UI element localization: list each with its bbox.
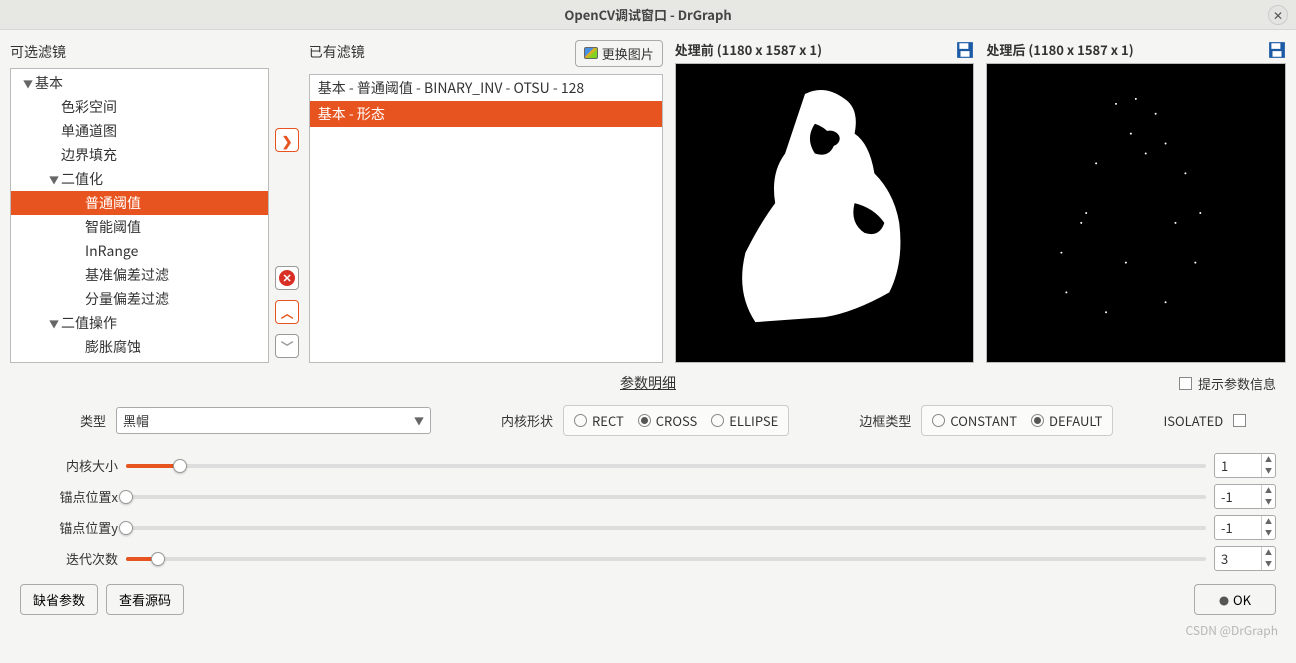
slider-label: 迭代次数 <box>20 549 118 568</box>
tree-item[interactable]: 单通道图 <box>11 119 268 143</box>
type-label: 类型 <box>80 411 106 430</box>
filter-tree[interactable]: ▼基本色彩空间单通道图边界填充▼二值化普通阈值智能阈值InRange基准偏差过滤… <box>10 68 269 363</box>
ok-button[interactable]: ●OK <box>1194 584 1276 615</box>
applied-filter-list[interactable]: 基本 - 普通阈值 - BINARY_INV - OTSU - 128基本 - … <box>309 74 663 363</box>
available-filters-label: 可选滤镜 <box>10 38 269 68</box>
radio-option[interactable]: DEFAULT <box>1031 411 1102 430</box>
applied-filters-label: 已有滤镜 <box>309 38 365 68</box>
radio-option[interactable]: ELLIPSE <box>711 411 778 430</box>
view-source-button[interactable]: 查看源码 <box>106 584 184 615</box>
border-type-group: CONSTANT DEFAULT <box>921 405 1113 436</box>
slider-row: 内核大小 1▲▼ <box>10 450 1286 481</box>
save-after-icon[interactable] <box>1268 41 1286 59</box>
slider-label: 内核大小 <box>20 456 118 475</box>
tree-item[interactable]: 色彩空间 <box>11 95 268 119</box>
list-item[interactable]: 基本 - 形态 <box>310 101 662 127</box>
spin-box[interactable]: -1▲▼ <box>1214 515 1276 540</box>
before-label: 处理前 (1180 x 1587 x 1) <box>675 40 822 59</box>
titlebar: OpenCV调试窗口 - DrGraph ✕ <box>0 0 1296 30</box>
kernel-shape-label: 内核形状 <box>501 411 553 430</box>
tree-item[interactable]: 边界填充 <box>11 143 268 167</box>
tree-item[interactable]: ▼二值化 <box>11 167 268 191</box>
tree-item[interactable]: 分量偏差过滤 <box>11 287 268 311</box>
dot-icon: ● <box>1219 593 1229 608</box>
spin-box[interactable]: 3▲▼ <box>1214 546 1276 571</box>
save-before-icon[interactable] <box>956 41 974 59</box>
slider[interactable] <box>126 519 1206 537</box>
slider-row: 锚点位置y -1▲▼ <box>10 512 1286 543</box>
spin-box[interactable]: 1▲▼ <box>1214 453 1276 478</box>
tree-item[interactable]: InRange <box>11 239 268 263</box>
delete-filter-button[interactable]: ✕ <box>275 266 299 290</box>
window-title: OpenCV调试窗口 - DrGraph <box>564 5 731 24</box>
spin-box[interactable]: -1▲▼ <box>1214 484 1276 509</box>
add-filter-button[interactable]: ❯ <box>275 128 299 152</box>
border-type-label: 边框类型 <box>859 411 911 430</box>
image-icon <box>584 47 598 59</box>
slider[interactable] <box>126 550 1206 568</box>
chevron-down-icon: ▼ <box>414 413 424 428</box>
kernel-shape-group: RECT CROSS ELLIPSE <box>563 405 789 436</box>
isolated-checkbox[interactable] <box>1233 414 1246 427</box>
tree-item[interactable]: 普通阈值 <box>11 191 268 215</box>
radio-option[interactable]: CROSS <box>638 411 698 430</box>
slider-row: 迭代次数 3▲▼ <box>10 543 1286 574</box>
params-title: 参数明细 <box>620 373 676 393</box>
isolated-label: ISOLATED <box>1163 411 1223 430</box>
watermark: CSDN @DrGraph <box>1186 622 1278 639</box>
change-image-button[interactable]: 更换图片 <box>575 40 663 67</box>
default-params-button[interactable]: 缺省参数 <box>20 584 98 615</box>
slider-label: 锚点位置y <box>20 518 118 537</box>
checkbox-icon <box>1179 377 1192 390</box>
move-up-button[interactable]: ︿ <box>275 300 299 324</box>
tree-item[interactable]: ▼二值操作 <box>11 311 268 335</box>
close-button[interactable]: ✕ <box>1268 5 1288 25</box>
slider[interactable] <box>126 457 1206 475</box>
tree-item[interactable]: 基准偏差过滤 <box>11 263 268 287</box>
slider[interactable] <box>126 488 1206 506</box>
tree-item[interactable]: ▼基本 <box>11 71 268 95</box>
radio-option[interactable]: CONSTANT <box>932 411 1017 430</box>
type-combo[interactable]: 黑帽 ▼ <box>116 407 431 434</box>
tree-item[interactable]: 膨胀腐蚀 <box>11 335 268 359</box>
before-image <box>675 63 975 363</box>
slider-row: 锚点位置x -1▲▼ <box>10 481 1286 512</box>
tree-item[interactable]: 智能阈值 <box>11 215 268 239</box>
radio-option[interactable]: RECT <box>574 411 624 430</box>
after-label: 处理后 (1180 x 1587 x 1) <box>986 40 1133 59</box>
hint-checkbox[interactable]: 提示参数信息 <box>1179 374 1276 393</box>
move-down-button[interactable]: ﹀ <box>275 334 299 358</box>
slider-label: 锚点位置x <box>20 487 118 506</box>
after-image <box>986 63 1286 363</box>
list-item[interactable]: 基本 - 普通阈值 - BINARY_INV - OTSU - 128 <box>310 75 662 101</box>
